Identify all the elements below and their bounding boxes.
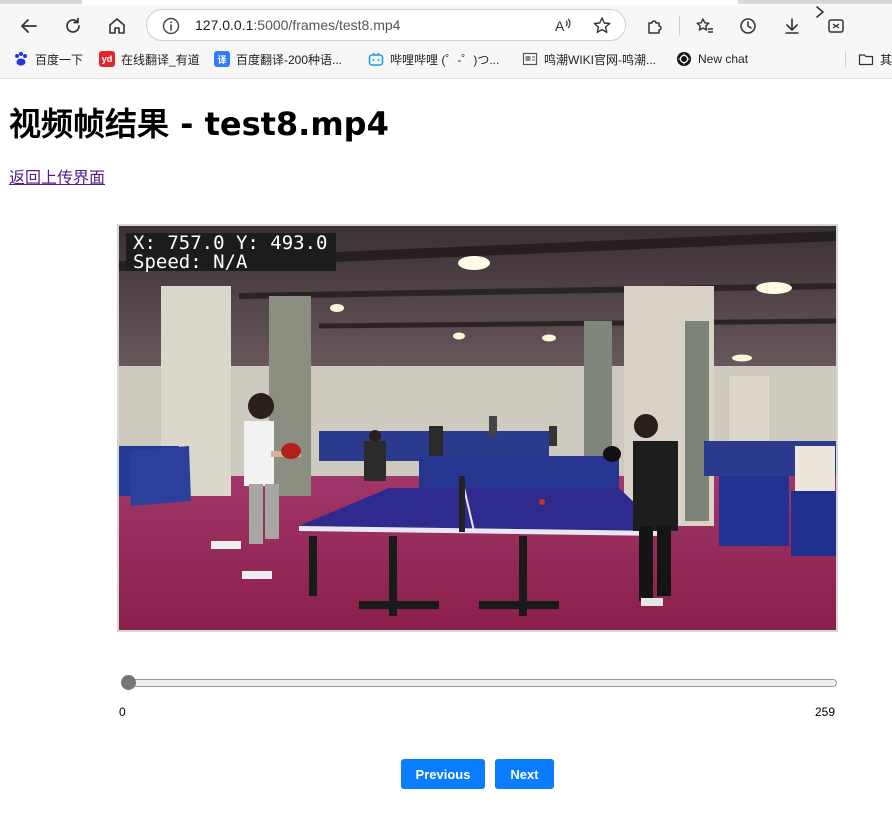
baidu-icon: [13, 51, 29, 67]
wiki-icon: [522, 51, 538, 67]
favorite-star-icon[interactable]: [591, 15, 613, 37]
refresh-button[interactable]: [58, 11, 88, 41]
svg-text:A: A: [555, 18, 565, 34]
folder-icon: [858, 51, 874, 67]
youdao-icon: yd: [99, 51, 115, 67]
puzzle-icon: [648, 20, 662, 34]
favorites-star-list-icon: [696, 18, 713, 33]
history-icon: [740, 18, 756, 34]
next-button[interactable]: Next: [495, 759, 554, 789]
bookmark-label: 哔哩哔哩 (゜-゜)つ...: [390, 52, 500, 67]
bookmark-youdao[interactable]: yd 在线翻译_有道: [99, 50, 200, 68]
bookmarks-overflow-button[interactable]: [810, 3, 830, 21]
bookmark-baidu[interactable]: 百度一下: [13, 50, 83, 68]
arrow-left-icon: [21, 19, 37, 33]
table-tennis-scene: [119, 226, 836, 630]
address-bar[interactable]: 127.0.0.1:5000/frames/test8.mp4 A: [146, 9, 626, 41]
baidu-translate-icon: 译: [214, 51, 230, 67]
url-host: 127.0.0.1: [195, 17, 254, 33]
previous-button[interactable]: Previous: [401, 759, 485, 789]
bookmark-folder-label: 其: [880, 52, 892, 67]
chevron-right-icon: [816, 6, 824, 18]
tab-strip: [0, 0, 892, 5]
url-text: 127.0.0.1:5000/frames/test8.mp4: [195, 17, 400, 33]
bookmark-label: 在线翻译_有道: [121, 52, 200, 67]
bookmark-wiki[interactable]: 鸣潮WIKI官网-鸣潮...: [522, 50, 656, 68]
home-button[interactable]: [102, 11, 132, 41]
home-icon: [109, 18, 125, 34]
bookmark-bilibili[interactable]: 哔哩哔哩 (゜-゜)つ...: [368, 50, 499, 68]
page-title: 视频帧结果 - test8.mp4: [9, 105, 389, 143]
bookmark-label: 百度翻译-200种语...: [236, 52, 343, 67]
browser-toolbar: 127.0.0.1:5000/frames/test8.mp4 A 百度一下 y…: [0, 0, 892, 79]
bookmark-label: 百度一下: [35, 52, 84, 67]
read-aloud-icon[interactable]: A: [552, 15, 574, 37]
downloads-button[interactable]: [777, 11, 807, 41]
openai-icon: [676, 51, 692, 67]
toolbar-divider: [679, 16, 680, 36]
url-path: :5000/frames/test8.mp4: [253, 17, 401, 33]
refresh-icon: [66, 17, 80, 33]
favorites-button[interactable]: [690, 11, 720, 41]
slider-thumb[interactable]: [121, 675, 136, 690]
slider-max-label: 259: [815, 705, 836, 719]
bookmark-baidu-translate[interactable]: 译百度翻译-200种语...: [214, 50, 342, 68]
bookmarks-bar: 百度一下 yd 在线翻译_有道 译百度翻译-200种语... 哔哩哔哩 (゜-゜)…: [0, 47, 892, 71]
bilibili-icon: [368, 51, 384, 67]
frame-slider[interactable]: [121, 675, 837, 690]
slider-min-label: 0: [119, 705, 126, 719]
info-icon[interactable]: [161, 16, 181, 36]
bookmarks-divider: [845, 51, 846, 67]
speed-text: Speed: N/A: [133, 251, 248, 273]
history-button[interactable]: [733, 11, 763, 41]
video-frame-image: X: 757.0 Y: 493.0 Speed: N/A: [117, 224, 838, 632]
extensions-button[interactable]: [640, 11, 670, 41]
coordinates-overlay: X: 757.0 Y: 493.0 Speed: N/A: [126, 233, 336, 273]
bookmark-label: New chat: [698, 52, 749, 66]
back-button[interactable]: [14, 11, 44, 41]
slider-track[interactable]: [121, 679, 837, 687]
page-content: 视频帧结果 - test8.mp4 返回上传界面 X: 757.0 Y: 493…: [0, 79, 892, 819]
bookmark-folder[interactable]: 其: [858, 50, 892, 68]
back-to-upload-link[interactable]: 返回上传界面: [9, 164, 105, 188]
download-icon: [785, 18, 799, 34]
bookmark-label: 鸣潮WIKI官网-鸣潮...: [544, 52, 656, 67]
bookmark-new-chat[interactable]: New chat: [676, 50, 748, 68]
